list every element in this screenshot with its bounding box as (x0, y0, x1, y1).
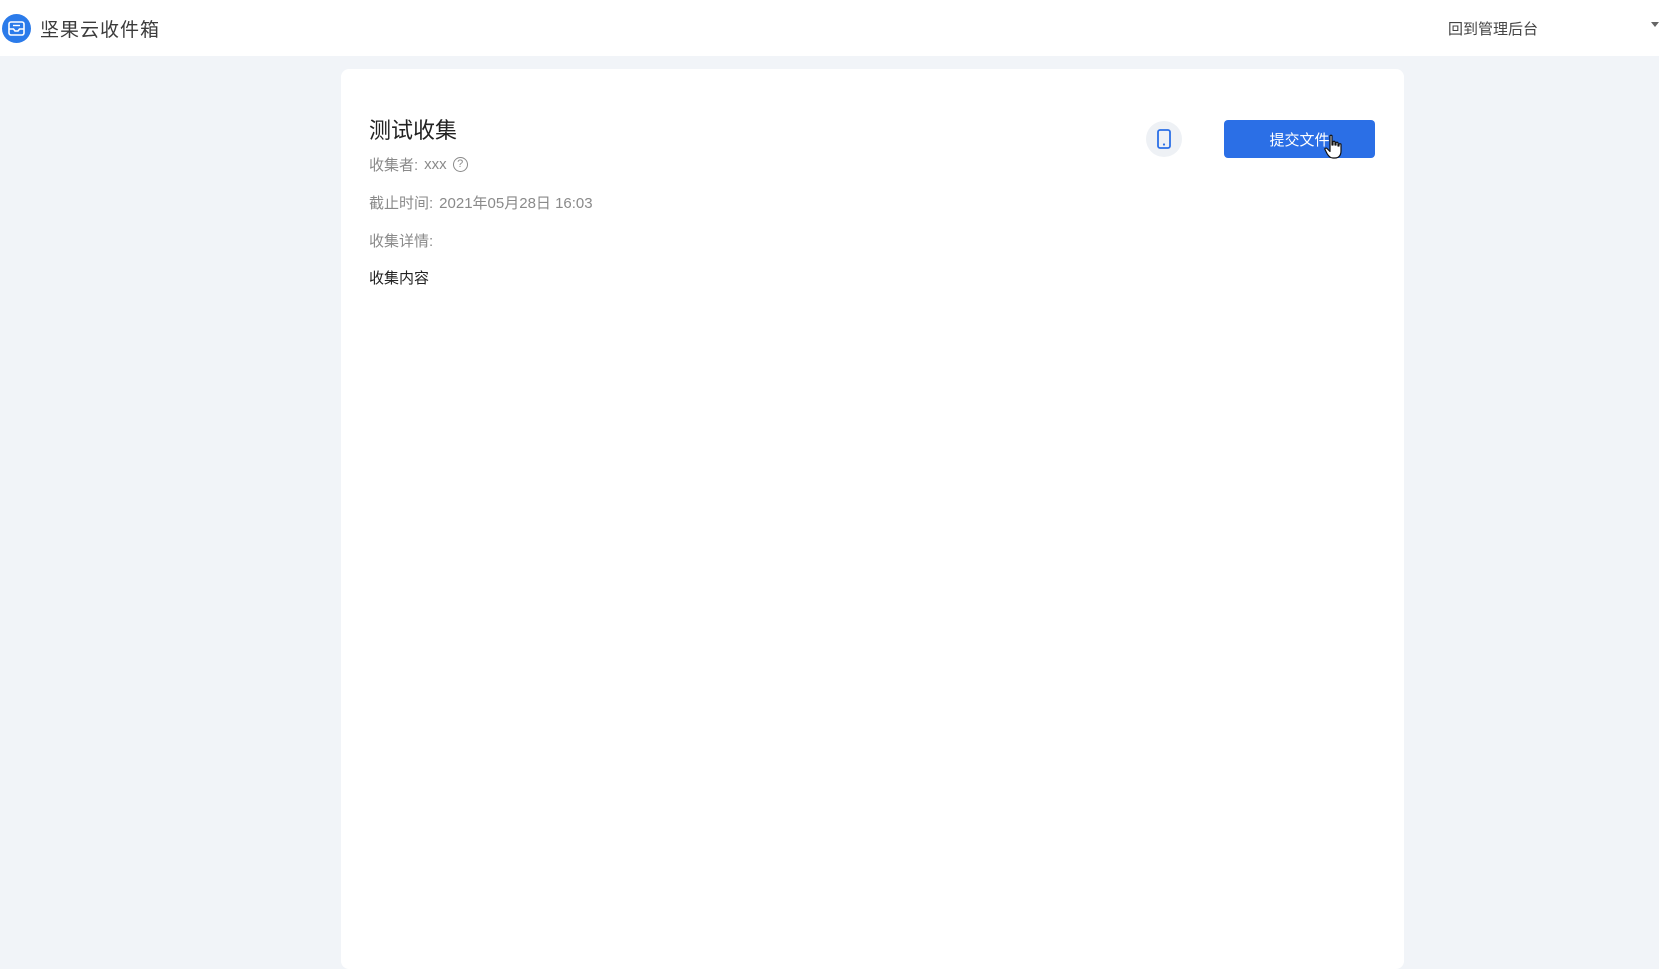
details-row: 收集详情: (369, 230, 433, 251)
deadline-label: 截止时间: (369, 195, 434, 212)
submit-files-button[interactable]: 提交文件 (1224, 120, 1375, 158)
collector-row: 收集者: xxx ? (369, 154, 468, 175)
mobile-qr-button[interactable] (1146, 121, 1182, 157)
back-to-admin-link[interactable]: 回到管理后台 (1448, 18, 1538, 39)
app-title: 坚果云收件箱 (40, 19, 161, 41)
help-icon[interactable]: ? (452, 157, 468, 172)
details-label: 收集详情: (369, 233, 434, 250)
top-bar: 坚果云收件箱 回到管理后台 (0, 0, 1659, 56)
collector-label: 收集者: (369, 157, 419, 174)
submit-files-label: 提交文件 (1269, 131, 1330, 149)
collection-card: 测试收集 收集者: xxx ? 截止时间: 2021年05月28日 16:03 … (341, 69, 1404, 969)
deadline-row: 截止时间: 2021年05月28日 16:03 (369, 192, 593, 213)
chevron-down-icon[interactable] (1651, 22, 1659, 27)
collector-value: xxx (424, 156, 447, 173)
brand[interactable]: 坚果云收件箱 (2, 13, 161, 43)
mobile-phone-icon (1157, 129, 1171, 149)
collection-content: 收集内容 (369, 270, 430, 287)
deadline-value: 2021年05月28日 16:03 (439, 195, 593, 212)
page-title: 测试收集 (369, 118, 458, 143)
inbox-icon (2, 13, 31, 43)
